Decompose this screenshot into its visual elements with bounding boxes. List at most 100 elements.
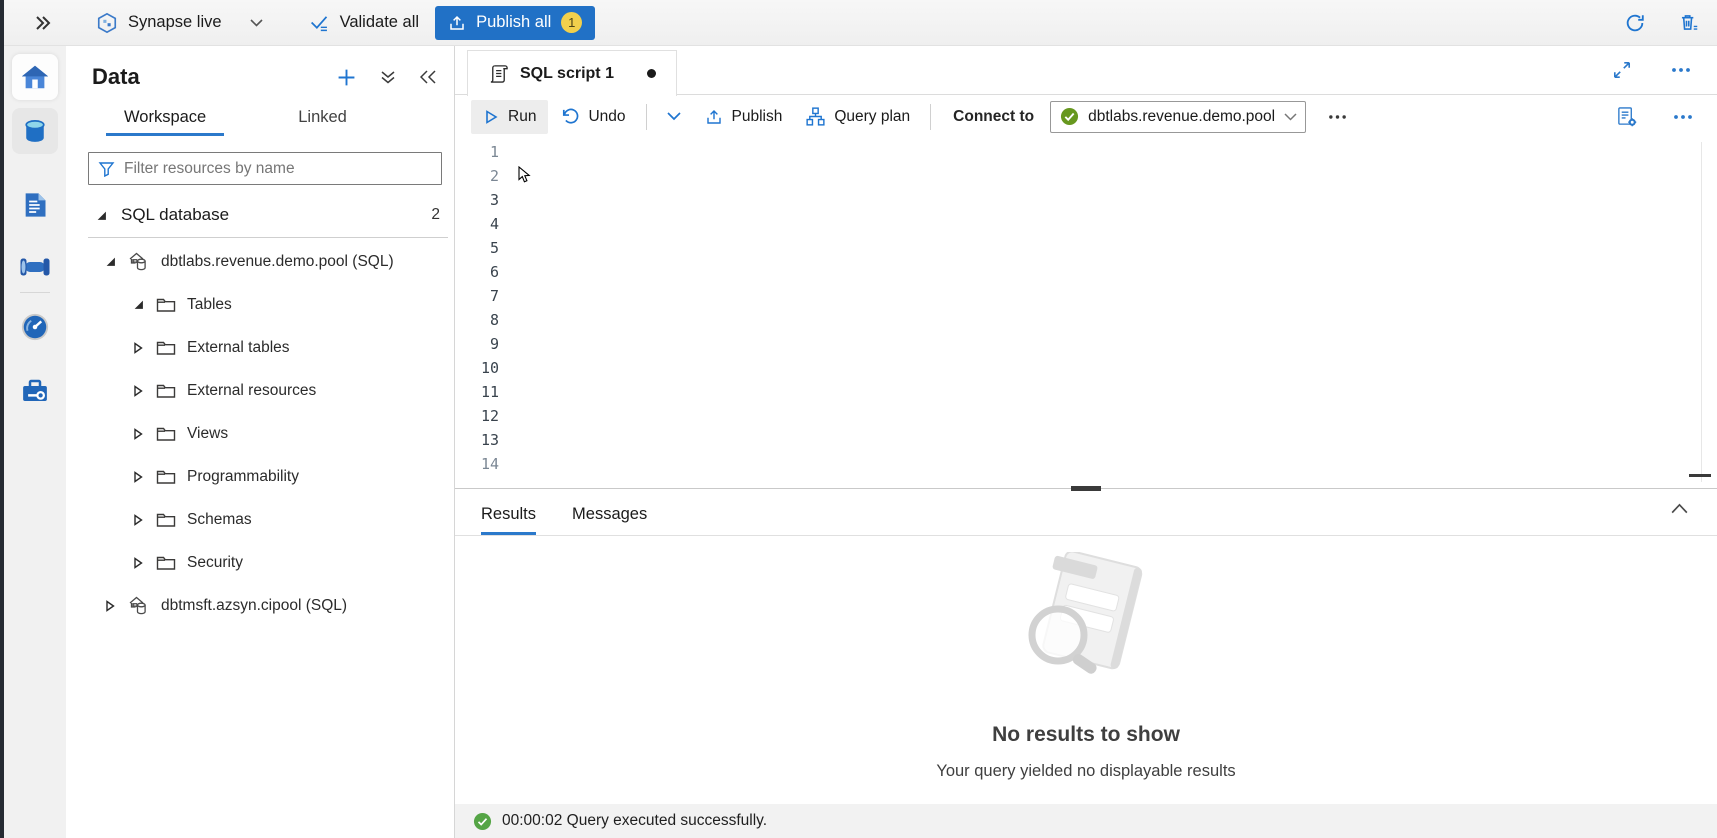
line-number: 4: [455, 215, 507, 233]
unsaved-changes-dot: [647, 69, 656, 78]
tab-workspace[interactable]: Workspace: [106, 102, 224, 136]
more-actions-icon[interactable]: [1671, 67, 1691, 73]
tree-item-programmability[interactable]: Programmability: [66, 455, 454, 498]
tree-item-external-resources[interactable]: External resources: [66, 369, 454, 412]
chevron-down-icon[interactable]: [250, 19, 263, 27]
nav-monitor-button[interactable]: [12, 304, 58, 350]
pool-selector-dropdown[interactable]: dbtlabs.revenue.demo.pool: [1050, 101, 1306, 133]
tree-item-dbtlabs-revenue-demo-pool-sql[interactable]: dbtlabs.revenue.demo.pool (SQL): [66, 240, 454, 283]
panel-title: Data: [92, 64, 337, 90]
section-count: 2: [431, 206, 440, 224]
code-line-14[interactable]: 14: [455, 452, 1717, 476]
rail-divider: [20, 292, 50, 293]
empty-state-subtitle: Your query yielded no displayable result…: [455, 762, 1717, 781]
tree-item-views[interactable]: Views: [66, 412, 454, 455]
section-divider: [88, 237, 448, 238]
publish-all-button[interactable]: Publish all 1: [435, 6, 595, 40]
left-nav-rail: [4, 46, 66, 838]
code-line-3[interactable]: 3: [455, 188, 1717, 212]
tab-linked[interactable]: Linked: [280, 102, 365, 136]
query-plan-button[interactable]: Query plan: [794, 99, 922, 134]
code-line-9[interactable]: 9: [455, 332, 1717, 356]
collapse-panel-icon[interactable]: [420, 70, 436, 84]
collapse-results-icon[interactable]: [1670, 503, 1689, 514]
publish-count-badge: 1: [561, 12, 582, 33]
tree-item-schemas[interactable]: Schemas: [66, 498, 454, 541]
nav-home-button[interactable]: [12, 54, 58, 100]
status-message: 00:00:02 Query executed successfully.: [502, 812, 767, 830]
properties-panel-icon[interactable]: [1616, 106, 1637, 127]
undo-label: Undo: [588, 108, 625, 126]
tree-item-tables[interactable]: Tables: [66, 283, 454, 326]
chevron-collapsed-icon[interactable]: [132, 471, 144, 483]
tree-item-security[interactable]: Security: [66, 541, 454, 584]
discard-all-icon[interactable]: [1678, 12, 1699, 33]
undo-redo-chevron[interactable]: [655, 104, 693, 129]
tree-section-sql-database[interactable]: SQL database 2: [66, 195, 454, 235]
chevron-collapsed-icon[interactable]: [132, 514, 144, 526]
run-button[interactable]: Run: [471, 100, 548, 134]
main-work-area: SQL script 1 Run Undo: [455, 46, 1717, 838]
code-line-13[interactable]: 13: [455, 428, 1717, 452]
code-line-6[interactable]: 6: [455, 260, 1717, 284]
filter-input[interactable]: Filter resources by name: [88, 152, 442, 185]
code-area: 1234567891011121314: [455, 140, 1717, 476]
query-status-bar: 00:00:02 Query executed successfully.: [455, 804, 1717, 838]
refresh-icon[interactable]: [1624, 12, 1646, 34]
line-number: 11: [455, 383, 507, 401]
undo-button[interactable]: Undo: [548, 99, 637, 134]
line-number: 13: [455, 431, 507, 449]
code-line-1[interactable]: 1: [455, 140, 1717, 164]
connect-to-label: Connect to: [953, 108, 1034, 126]
code-line-7[interactable]: 7: [455, 284, 1717, 308]
nav-integrate-button[interactable]: [12, 244, 58, 290]
chevron-collapsed-icon[interactable]: [132, 342, 144, 354]
collapse-all-icon[interactable]: [380, 69, 396, 85]
code-line-8[interactable]: 8: [455, 308, 1717, 332]
code-line-12[interactable]: 12: [455, 404, 1717, 428]
publish-button[interactable]: Publish: [693, 100, 795, 134]
toolbar-divider: [930, 104, 931, 130]
expand-editor-icon[interactable]: [1613, 61, 1631, 79]
tab-messages[interactable]: Messages: [572, 505, 647, 535]
editor-scrollbar[interactable]: [1701, 142, 1702, 482]
tree-items: dbtlabs.revenue.demo.pool (SQL)TablesExt…: [66, 240, 454, 627]
code-line-10[interactable]: 10: [455, 356, 1717, 380]
double-chevron-right-icon[interactable]: [34, 15, 52, 31]
toolbar-more-icon[interactable]: [1328, 114, 1347, 120]
code-line-2[interactable]: 2: [455, 164, 1717, 188]
tab-sql-script-1[interactable]: SQL script 1: [467, 50, 677, 96]
code-line-11[interactable]: 11: [455, 380, 1717, 404]
editor-more-icon[interactable]: [1673, 114, 1693, 120]
tree-item-label: dbtlabs.revenue.demo.pool (SQL): [161, 253, 394, 271]
line-number: 12: [455, 407, 507, 425]
tree-item-label: Security: [187, 554, 243, 572]
mode-label: Synapse live: [128, 13, 222, 32]
validate-all-button[interactable]: Validate all: [309, 12, 420, 33]
code-line-4[interactable]: 4: [455, 212, 1717, 236]
chevron-expanded-icon[interactable]: [104, 256, 116, 267]
connected-check-icon: [1060, 107, 1079, 126]
tree-item-external-tables[interactable]: External tables: [66, 326, 454, 369]
nav-develop-button[interactable]: [12, 182, 58, 228]
nav-manage-button[interactable]: [12, 368, 58, 414]
folder-icon: [156, 469, 176, 485]
code-line-5[interactable]: 5: [455, 236, 1717, 260]
no-results-illustration: [455, 552, 1717, 697]
tab-results[interactable]: Results: [481, 505, 536, 535]
chevron-collapsed-icon[interactable]: [132, 428, 144, 440]
line-number: 9: [455, 335, 507, 353]
nav-data-button[interactable]: [12, 108, 58, 154]
branch-mode-selector[interactable]: Synapse live: [96, 12, 263, 34]
tree-item-label: Views: [187, 425, 228, 443]
document-title: SQL script 1: [520, 65, 614, 83]
chevron-collapsed-icon[interactable]: [104, 600, 116, 612]
add-resource-icon[interactable]: [337, 68, 356, 87]
mouse-cursor: [516, 166, 533, 184]
chevron-collapsed-icon[interactable]: [132, 557, 144, 569]
chevron-expanded-icon[interactable]: [96, 210, 107, 221]
chevron-collapsed-icon[interactable]: [132, 385, 144, 397]
code-editor[interactable]: 1234567891011121314: [455, 138, 1717, 488]
tree-item-dbtmsft-azsyn-cipool-sql[interactable]: dbtmsft.azsyn.cipool (SQL): [66, 584, 454, 627]
chevron-expanded-icon[interactable]: [132, 299, 144, 310]
